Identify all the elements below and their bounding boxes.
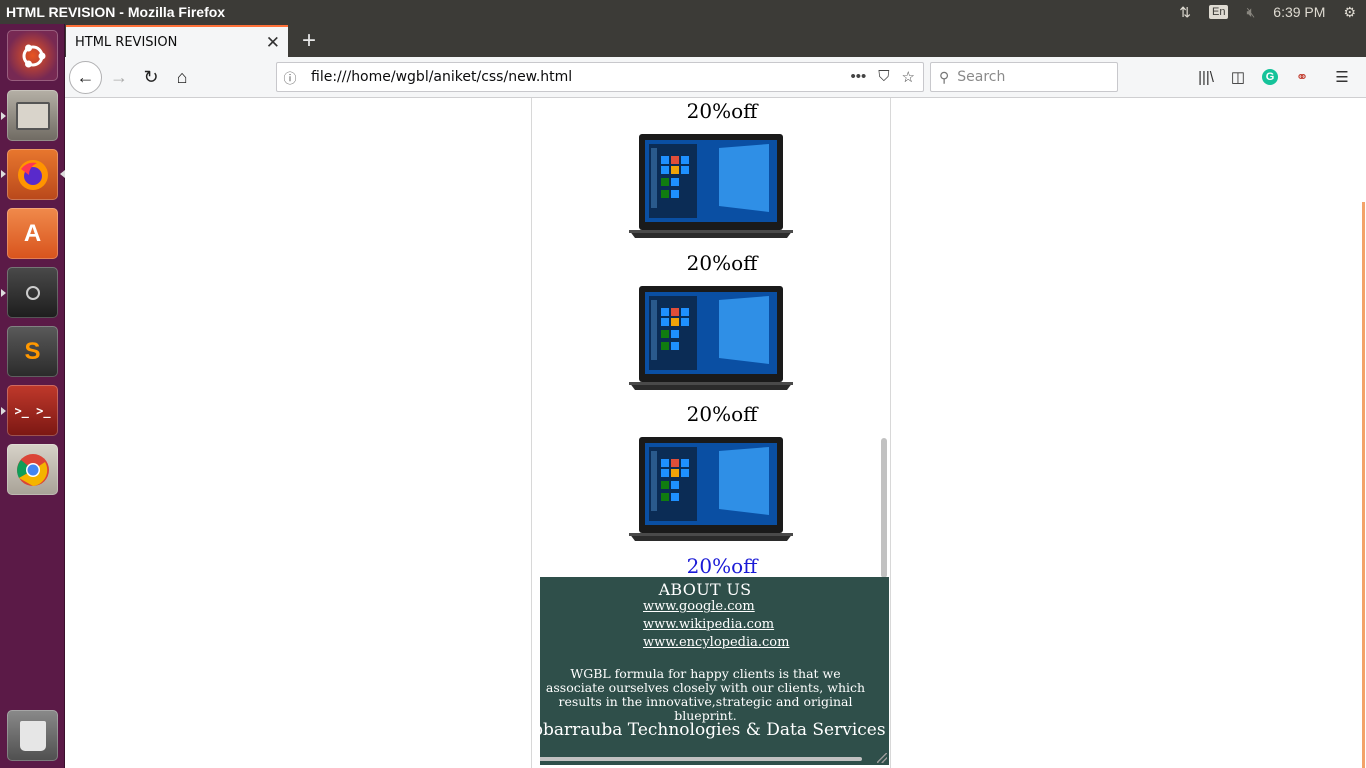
footer-horizontal-scrollbar[interactable] xyxy=(540,757,862,761)
bookmark-star-icon[interactable]: ☆ xyxy=(902,68,915,86)
terminal-icon[interactable]: >_ >_ xyxy=(7,385,58,436)
new-tab-button[interactable]: + xyxy=(295,27,323,55)
address-bar[interactable]: ⓘ file:///home/wgbl/aniket/css/new.html … xyxy=(276,62,924,92)
ubuntu-logo-icon xyxy=(22,44,45,67)
search-icon: ⚲ xyxy=(939,68,950,85)
indicator-area: ⇅ En 🔇︎ 6:39 PM ⚙ xyxy=(1179,4,1366,21)
offer-label: 20%off xyxy=(686,99,758,123)
product-column[interactable]: 20%off 20%off 20%off 20%off ABOUT US www… xyxy=(531,98,891,768)
page-viewport[interactable]: 20%off 20%off 20%off 20%off ABOUT US www… xyxy=(65,98,1366,768)
reload-button[interactable]: ↻ xyxy=(137,63,165,91)
pocket-icon[interactable]: ⛉ xyxy=(878,68,889,86)
tab-title: HTML REVISION xyxy=(75,34,178,50)
ubuntu-top-panel: HTML REVISION - Mozilla Firefox ⇅ En 🔇︎ … xyxy=(0,0,1366,24)
clock[interactable]: 6:39 PM xyxy=(1273,4,1325,20)
grammarly-icon: G xyxy=(1262,69,1278,85)
close-tab-icon[interactable]: ✕ xyxy=(266,33,280,53)
laptop-image xyxy=(629,286,793,390)
offer-label: 20%off xyxy=(686,251,758,275)
about-description: WGBL formula for happy clients is that w… xyxy=(545,666,866,723)
page-scrollbar-track[interactable] xyxy=(1362,98,1366,768)
about-us-footer: ABOUT US www.google.com www.wikipedia.co… xyxy=(540,577,889,765)
navigation-toolbar: ← → ↻ ⌂ ⓘ file:///home/wgbl/aniket/css/n… xyxy=(65,57,1366,98)
home-button[interactable]: ⌂ xyxy=(168,63,196,91)
page-actions: ••• ⛉ ☆ xyxy=(851,68,923,86)
offer-label: 20%off xyxy=(686,402,758,426)
laptop-image xyxy=(629,134,793,238)
extension-icon[interactable]: ⚭ xyxy=(1291,63,1313,91)
keyboard-layout-indicator[interactable]: En xyxy=(1209,5,1229,19)
files-icon[interactable] xyxy=(7,90,58,141)
laptop-image xyxy=(629,437,793,541)
url-text[interactable]: file:///home/wgbl/aniket/css/new.html xyxy=(311,69,572,85)
search-bar[interactable]: ⚲ Search xyxy=(930,62,1118,92)
about-us-heading: ABOUT US xyxy=(658,580,752,599)
forward-button[interactable]: → xyxy=(105,63,133,91)
inner-scrollbar-thumb[interactable] xyxy=(881,438,887,578)
sublime-text-icon[interactable]: S xyxy=(7,326,58,377)
firefox-icon[interactable] xyxy=(7,149,58,200)
running-indicator xyxy=(1,407,6,415)
running-indicator xyxy=(1,170,6,178)
offer-link[interactable]: 20%off xyxy=(532,554,912,578)
library-icon[interactable]: |||\ xyxy=(1195,63,1217,91)
company-name: Webbarrauba Technologies & Data Services… xyxy=(540,720,889,740)
grammarly-extension[interactable]: G xyxy=(1259,63,1281,91)
chrome-logo-icon xyxy=(16,453,49,486)
trash-can-icon xyxy=(19,720,46,751)
link-encylopedia[interactable]: www.encylopedia.com xyxy=(643,635,789,650)
firefox-logo-icon xyxy=(17,159,48,190)
lock-dial-icon xyxy=(25,285,40,300)
chrome-icon[interactable] xyxy=(7,444,58,495)
search-input[interactable]: Search xyxy=(957,69,1005,85)
software-center-icon[interactable]: A xyxy=(7,208,58,259)
back-button[interactable]: ← xyxy=(69,61,102,94)
toolbar-right: |||\ ◫ G ⚭ ☰ xyxy=(1195,63,1353,91)
sidebar-icon[interactable]: ◫ xyxy=(1227,63,1249,91)
hamburger-menu-icon[interactable]: ☰ xyxy=(1331,63,1353,91)
trash-icon[interactable] xyxy=(7,710,58,761)
mute-icon[interactable]: 🔇︎ xyxy=(1246,4,1255,21)
ubuntu-dash-icon[interactable] xyxy=(7,30,58,81)
page-scrollbar-thumb[interactable] xyxy=(1362,202,1365,768)
window-title: HTML REVISION - Mozilla Firefox xyxy=(6,4,226,20)
unity-launcher: A S >_ >_ xyxy=(0,24,65,768)
site-info-icon[interactable]: ⓘ xyxy=(277,68,303,87)
system-settings-icon[interactable] xyxy=(7,267,58,318)
running-indicator xyxy=(1,112,6,120)
tab-html-revision[interactable]: HTML REVISION ✕ xyxy=(66,25,288,57)
link-google[interactable]: www.google.com xyxy=(643,599,755,614)
network-icon[interactable]: ⇅ xyxy=(1179,4,1191,21)
file-cabinet-icon xyxy=(15,101,50,130)
link-wikipedia[interactable]: www.wikipedia.com xyxy=(643,617,774,632)
settings-gear-icon[interactable]: ⚙ xyxy=(1343,4,1356,21)
page-actions-menu-icon[interactable]: ••• xyxy=(851,68,867,86)
resize-grip-icon[interactable] xyxy=(877,753,887,763)
tab-bar: HTML REVISION ✕ + xyxy=(65,24,1366,57)
running-indicator xyxy=(1,289,6,297)
